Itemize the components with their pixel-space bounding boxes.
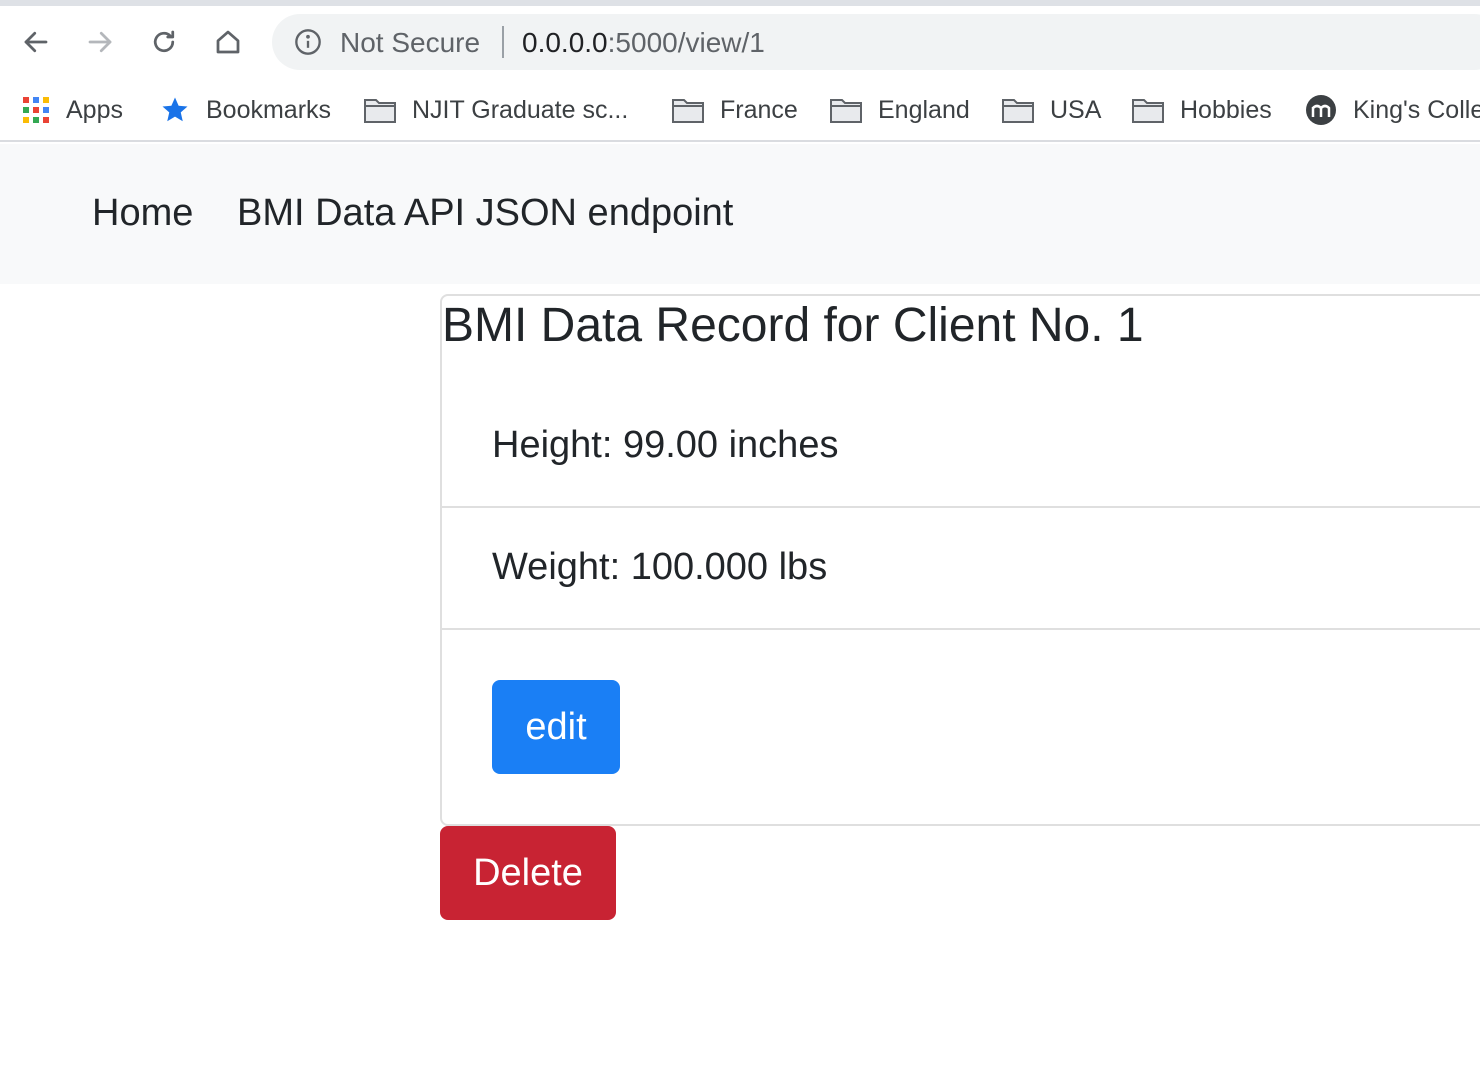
info-icon[interactable] [294,28,322,56]
bookmark-label: King's Colle [1353,95,1480,124]
bookmarks-bar: Apps Bookmarks NJIT Graduate sc... Franc… [0,80,1480,142]
list-divider [442,628,1480,630]
folder-icon [364,99,396,123]
folder-icon [1132,99,1164,123]
edit-button[interactable]: edit [492,680,620,774]
bookmark-label: NJIT Graduate sc... [412,95,629,124]
star-icon [162,97,188,122]
folder-icon [672,99,704,123]
bookmark-england[interactable]: England [830,90,970,130]
delete-button[interactable]: Delete [440,826,616,920]
bookmark-hobbies[interactable]: Hobbies [1132,90,1272,130]
url-host: 0.0.0.0 [522,27,608,58]
bookmark-kings-college[interactable]: King's Colle [1305,90,1480,130]
address-bar[interactable]: Not Secure 0.0.0.0:5000/view/1 [272,14,1480,70]
nav-api-link[interactable]: BMI Data API JSON endpoint [237,192,733,235]
height-item: Height: 99.00 inches [442,424,1480,504]
height-value: Height: 99.00 inches [492,424,839,466]
bookmark-njit[interactable]: NJIT Graduate sc... [364,90,628,130]
site-logo-icon [1306,95,1336,125]
back-arrow-icon [24,31,48,53]
url-path: :5000/view/1 [607,27,765,58]
page-title: BMI Data Record for Client No. 1 [442,299,1144,352]
bookmark-label: Apps [66,95,123,124]
security-label[interactable]: Not Secure [340,27,480,59]
url-text[interactable]: 0.0.0.0:5000/view/1 [522,27,765,59]
bookmark-usa[interactable]: USA [1002,90,1101,130]
weight-item: Weight: 100.000 lbs [442,546,1480,626]
browser-toolbar: Not Secure 0.0.0.0:5000/view/1 [0,6,1480,80]
forward-button[interactable] [78,20,122,64]
home-button[interactable] [206,20,250,64]
reload-icon [153,30,175,53]
home-icon [216,30,240,54]
record-card: BMI Data Record for Client No. 1 Height:… [440,294,1480,826]
weight-value: Weight: 100.000 lbs [492,546,828,588]
bookmark-label: Hobbies [1180,95,1272,124]
list-divider [442,506,1480,508]
bookmark-france[interactable]: France [672,90,798,130]
bookmark-label: USA [1050,95,1102,124]
bookmark-label: France [720,95,798,124]
address-separator [502,26,504,58]
apps-grid-icon [23,97,49,123]
bookmark-label: England [878,95,970,124]
nav-home-link[interactable]: Home [92,192,193,235]
bookmark-label: Bookmarks [206,95,332,124]
folder-icon [830,99,862,123]
bookmark-apps[interactable]: Apps [22,90,123,130]
forward-arrow-icon [88,31,112,53]
site-navbar: Home BMI Data API JSON endpoint [0,144,1480,284]
reload-button[interactable] [142,20,186,64]
folder-icon [1002,99,1034,123]
bookmark-bookmarks[interactable]: Bookmarks [160,90,331,130]
back-button[interactable] [14,20,58,64]
